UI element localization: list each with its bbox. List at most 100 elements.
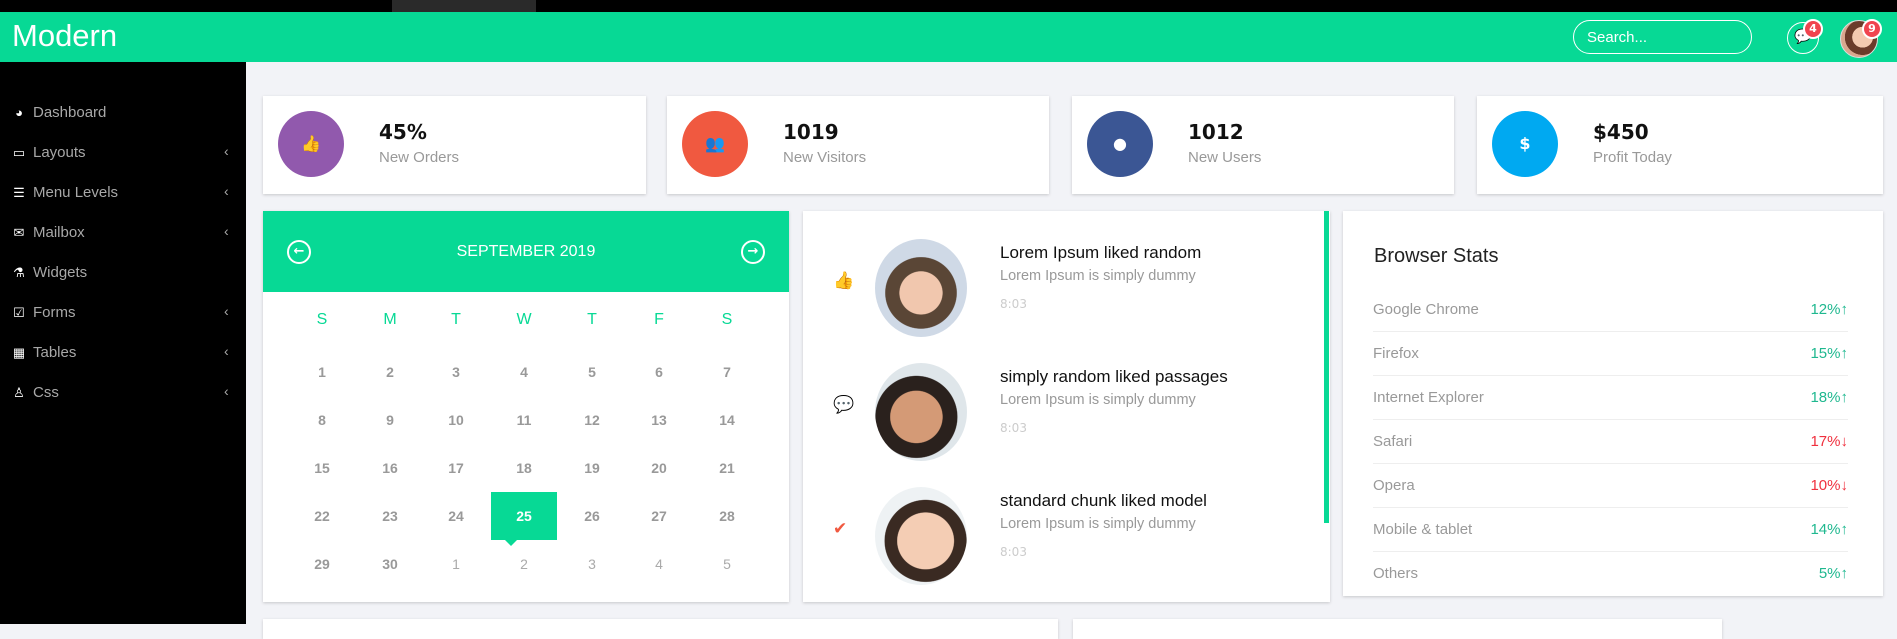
browser-percent: 17%↓ [1810, 433, 1848, 450]
calendar-day-selected[interactable]: 25 [491, 492, 557, 546]
browser-value: 10% [1810, 477, 1841, 494]
browser-percent: 18%↑ [1810, 389, 1848, 406]
chevron-left-icon: ‹ [224, 383, 229, 399]
calendar-day[interactable]: 11 [491, 396, 557, 444]
sidebar-item-widgets[interactable]: ⚗ Widgets [0, 260, 246, 290]
search-input[interactable] [1573, 20, 1752, 54]
feed-scrollbar[interactable] [1324, 211, 1329, 523]
sidebar-item-dashboard[interactable]: ◕ Dashboard [0, 100, 246, 130]
envelope-icon: ✉ [13, 225, 25, 240]
feed-time: 8:03 [1000, 297, 1027, 311]
calendar-day[interactable]: 9 [357, 396, 423, 444]
calendar-day[interactable]: 28 [694, 492, 760, 540]
feed-item[interactable]: ✔ standard chunk liked model Lorem Ipsum i… [803, 487, 1303, 587]
stat-value: 1019 [783, 120, 839, 144]
messages-badge: 4 [1803, 19, 1823, 39]
brand-logo[interactable]: Modern [12, 18, 117, 54]
table-icon: ▦ [12, 345, 26, 360]
calendar-day[interactable]: 10 [423, 396, 489, 444]
browser-name: Others [1373, 565, 1419, 582]
stat-value: $450 [1593, 120, 1649, 144]
sidebar-item-menu-levels[interactable]: ☰ Menu Levels ‹ [0, 180, 246, 210]
calendar-day[interactable]: 20 [626, 444, 692, 492]
browser-name: Opera [1373, 477, 1415, 494]
calendar-day[interactable]: 14 [694, 396, 760, 444]
browser-percent: 10%↓ [1810, 477, 1848, 494]
calendar-day[interactable]: 4 [626, 540, 692, 588]
browser-name: Mobile & tablet [1373, 521, 1473, 538]
calendar-day[interactable]: 18 [491, 444, 557, 492]
calendar-day[interactable]: 23 [357, 492, 423, 540]
comment-icon: ● [1087, 111, 1153, 177]
calendar-day[interactable]: 12 [559, 396, 625, 444]
stat-value: 1012 [1188, 120, 1244, 144]
calendar-widget: ← SEPTEMBER 2019 → S M T W T F S 1 2 3 4 5 6 7 8 9 10 11 1… [263, 211, 789, 602]
stat-label: New Users [1188, 149, 1262, 166]
calendar-day[interactable]: 8 [289, 396, 355, 444]
calendar-day[interactable]: 2 [357, 348, 423, 396]
calendar-day[interactable]: 13 [626, 396, 692, 444]
browser-stats-title: Browser Stats [1374, 245, 1499, 267]
calendar-next-button[interactable]: → [741, 240, 765, 264]
calendar-day[interactable]: 21 [694, 444, 760, 492]
browser-stat-row: Safari 17%↓ [1373, 420, 1848, 464]
dollar-icon: $ [1492, 111, 1558, 177]
calendar-day[interactable]: 2 [491, 540, 557, 588]
calendar-day[interactable]: 6 [626, 348, 692, 396]
calendar-day[interactable]: 5 [694, 540, 760, 588]
arrow-down-icon: ↓ [1840, 477, 1849, 494]
sidebar-item-layouts[interactable]: ▭ Layouts ‹ [0, 140, 246, 170]
calendar-day[interactable]: 5 [559, 348, 625, 396]
sidebar-item-tables[interactable]: ▦ Tables ‹ [0, 340, 246, 370]
sidebar-item-forms[interactable]: ☑ Forms ‹ [0, 300, 246, 330]
calendar-month-title: SEPTEMBER 2019 [456, 243, 596, 260]
calendar-day[interactable]: 30 [357, 540, 423, 588]
arrow-up-icon: ↑ [1840, 389, 1849, 406]
feed-time: 8:03 [1000, 421, 1027, 435]
calendar-day[interactable]: 7 [694, 348, 760, 396]
stat-card: ● 1012 New Users [1072, 96, 1454, 194]
sidebar-item-label: Forms [33, 304, 76, 321]
weekday-header: S [721, 311, 733, 328]
browser-stat-row: Others 5%↑ [1373, 552, 1848, 596]
browser-stat-row: Opera 10%↓ [1373, 464, 1848, 508]
calendar-day[interactable]: 1 [289, 348, 355, 396]
sidebar-item-label: Css [33, 384, 59, 401]
calendar-day[interactable]: 1 [423, 540, 489, 588]
sidebar-item-mailbox[interactable]: ✉ Mailbox ‹ [0, 220, 246, 250]
arrow-up-icon: ↑ [1840, 565, 1849, 582]
browser-top-strip [0, 0, 1897, 12]
sidebar-item-label: Widgets [33, 264, 88, 281]
calendar-day[interactable]: 16 [357, 444, 423, 492]
indent-icon: ☰ [13, 185, 25, 200]
browser-tab[interactable] [392, 0, 536, 12]
browser-value: 12% [1810, 301, 1841, 318]
bottom-card-left [263, 619, 1058, 639]
browser-value: 5% [1818, 565, 1841, 582]
sidebar: ◕ Dashboard ▭ Layouts ‹ ☰ Menu Levels ‹ ✉ Mailbox… [0, 62, 246, 624]
calendar-day[interactable]: 26 [559, 492, 625, 540]
calendar-day[interactable]: 15 [289, 444, 355, 492]
arrow-down-icon: ↓ [1840, 433, 1849, 450]
calendar-day[interactable]: 24 [423, 492, 489, 540]
comment-icon: 💬 [833, 395, 855, 415]
sidebar-item-label: Mailbox [33, 224, 85, 241]
thumbs-up-icon: 👍 [278, 111, 344, 177]
weekday-header: W [516, 311, 532, 328]
feed-item[interactable]: 👍 Lorem Ipsum liked random Lorem Ipsum is … [803, 239, 1303, 339]
feed-item[interactable]: 💬 simply random liked passages Lorem Ipsum… [803, 363, 1303, 463]
calendar-day[interactable]: 19 [559, 444, 625, 492]
sidebar-item-label: Menu Levels [33, 184, 119, 201]
feed-text: Lorem Ipsum is simply dummy [1000, 516, 1196, 532]
calendar-day[interactable]: 3 [423, 348, 489, 396]
calendar-day[interactable]: 27 [626, 492, 692, 540]
calendar-day[interactable]: 3 [559, 540, 625, 588]
calendar-day[interactable]: 22 [289, 492, 355, 540]
feed-title: standard chunk liked model [1000, 491, 1207, 510]
sidebar-item-label: Dashboard [33, 104, 107, 121]
sidebar-item-css[interactable]: ♙ Css ‹ [0, 380, 246, 410]
top-header: Modern 💬 4 9 [0, 12, 1897, 62]
calendar-day[interactable]: 17 [423, 444, 489, 492]
calendar-day[interactable]: 29 [289, 540, 355, 588]
calendar-day[interactable]: 4 [491, 348, 557, 396]
